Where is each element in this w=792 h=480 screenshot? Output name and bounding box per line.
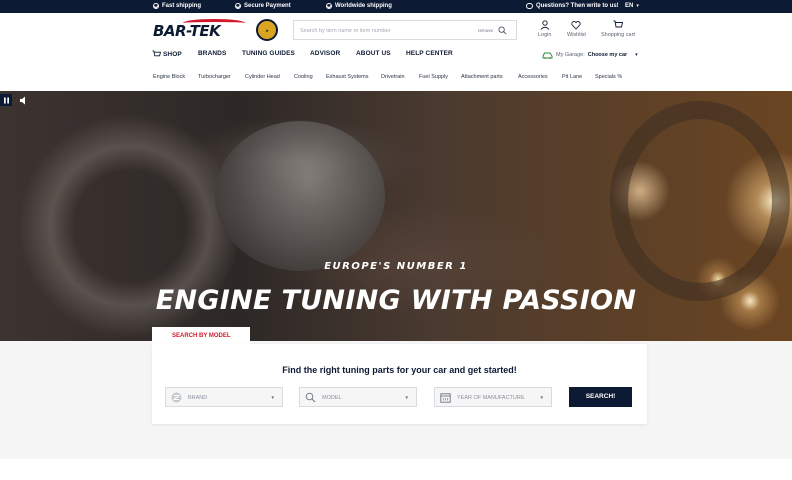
wishlist-label: Wishlist bbox=[567, 32, 586, 38]
check-circle-icon bbox=[235, 3, 241, 9]
heart-icon bbox=[571, 21, 582, 30]
check-circle-icon bbox=[326, 3, 332, 9]
vehicle-finder-card: Find the right tuning parts for your car… bbox=[152, 344, 647, 424]
usp-fast-shipping: Fast shipping bbox=[153, 3, 201, 9]
usp-label: Worldwide shipping bbox=[335, 3, 392, 9]
usp-worldwide-shipping: Worldwide shipping bbox=[326, 3, 392, 9]
subnav-item[interactable]: Fuel Supply bbox=[419, 74, 448, 80]
top-info-bar: Fast shipping Secure Payment Worldwide s… bbox=[0, 0, 792, 13]
check-circle-icon bbox=[153, 3, 159, 9]
nav-item-shop[interactable]: SHOP bbox=[152, 50, 182, 58]
nav-item-tuning-guides[interactable]: TUNING GUIDES bbox=[242, 50, 295, 57]
brand-icon bbox=[171, 392, 182, 403]
hero-subtitle: EUROPE'S NUMBER 1 bbox=[324, 261, 468, 272]
subnav-item[interactable]: Cooling bbox=[294, 74, 313, 80]
usp-label: Secure Payment bbox=[244, 3, 291, 9]
award-badge-icon: ★ bbox=[256, 19, 278, 41]
hero-background-pulley bbox=[215, 121, 385, 271]
speaker-icon bbox=[19, 96, 25, 104]
pause-icon bbox=[3, 97, 9, 103]
garage-value: Choose my car bbox=[587, 52, 628, 58]
language-label: EN bbox=[625, 3, 634, 9]
caret-down-icon: ▾ bbox=[635, 52, 638, 58]
caret-down-icon: ▼ bbox=[270, 395, 275, 400]
model-search-icon bbox=[305, 392, 316, 403]
contact-link-label: Questions? Then write to us! bbox=[536, 3, 619, 9]
nav-item-help-center[interactable]: HELP CENTER bbox=[406, 50, 453, 57]
car-icon bbox=[542, 52, 553, 59]
cart-button[interactable]: Shopping cart bbox=[601, 20, 635, 38]
caret-down-icon: ▼ bbox=[404, 395, 409, 400]
cart-icon bbox=[613, 20, 623, 28]
caret-down-icon: ▼ bbox=[539, 395, 544, 400]
pause-button[interactable] bbox=[0, 94, 12, 106]
tab-search-by-model[interactable]: SEARCH BY MODEL bbox=[152, 327, 250, 344]
nav-label: SHOP bbox=[163, 50, 182, 58]
subnav-item[interactable]: Engine Block bbox=[153, 74, 185, 80]
chat-bubble-icon bbox=[526, 3, 533, 9]
finder-title: Find the right tuning parts for your car… bbox=[282, 365, 517, 375]
search-input[interactable] bbox=[300, 25, 460, 36]
subnav-item[interactable]: Drivetrain bbox=[381, 74, 405, 80]
usp-label: Fast shipping bbox=[162, 3, 201, 9]
wishlist-button[interactable]: Wishlist bbox=[567, 20, 586, 38]
usp-secure-payment: Secure Payment bbox=[235, 3, 291, 9]
subnav-item[interactable]: Exhaust Systems bbox=[326, 74, 369, 80]
login-button[interactable]: Login bbox=[538, 20, 551, 38]
garage-selector[interactable]: My Garage: Choose my car ▾ bbox=[542, 51, 638, 59]
subnav-item[interactable]: Specials % bbox=[595, 74, 622, 80]
year-select-label: YEAR OF MANUFACTURE bbox=[457, 395, 525, 401]
subnav-item[interactable]: Pit Lane bbox=[562, 74, 582, 80]
garage-label: My Garage: bbox=[556, 52, 585, 58]
cart-icon bbox=[152, 50, 161, 57]
nav-item-advisor[interactable]: ADVISOR bbox=[310, 50, 340, 57]
search-remove-button[interactable]: remove bbox=[478, 28, 493, 33]
subnav-item[interactable]: Attachment parts bbox=[461, 74, 503, 80]
language-selector[interactable]: EN ▾ bbox=[625, 3, 639, 9]
contact-link[interactable]: Questions? Then write to us! bbox=[526, 3, 619, 9]
nav-item-about-us[interactable]: ABOUT US bbox=[356, 50, 391, 57]
cart-label: Shopping cart bbox=[601, 32, 635, 38]
brand-select[interactable]: BRAND ▼ bbox=[165, 387, 283, 407]
login-label: Login bbox=[538, 32, 552, 38]
user-icon bbox=[540, 20, 550, 30]
page-footer-gap bbox=[0, 459, 792, 480]
calendar-icon bbox=[440, 393, 451, 403]
logo[interactable]: BAR-TEK bbox=[153, 19, 248, 41]
subnav-item[interactable]: Cylinder Head bbox=[245, 74, 280, 80]
mute-button[interactable] bbox=[17, 94, 29, 106]
search-submit-button[interactable]: SEARCH! bbox=[569, 387, 632, 407]
year-select[interactable]: YEAR OF MANUFACTURE ▼ bbox=[434, 387, 552, 407]
caret-down-icon: ▾ bbox=[636, 3, 639, 9]
model-select[interactable]: MODEL ▼ bbox=[299, 387, 417, 407]
subnav-item[interactable]: Turbocharger bbox=[198, 74, 231, 80]
brand-select-label: BRAND bbox=[188, 395, 208, 401]
search-box: remove bbox=[293, 20, 517, 40]
subnav-item[interactable]: Accessories bbox=[518, 74, 548, 80]
model-select-label: MODEL bbox=[322, 395, 342, 401]
logo-text: BAR-TEK bbox=[153, 22, 221, 40]
nav-item-brands[interactable]: BRANDS bbox=[198, 50, 226, 57]
hero-title: ENGINE TUNING WITH PASSION bbox=[155, 285, 637, 316]
search-icon[interactable] bbox=[498, 26, 507, 35]
hero-banner: EUROPE'S NUMBER 1 ENGINE TUNING WITH PAS… bbox=[0, 91, 792, 341]
